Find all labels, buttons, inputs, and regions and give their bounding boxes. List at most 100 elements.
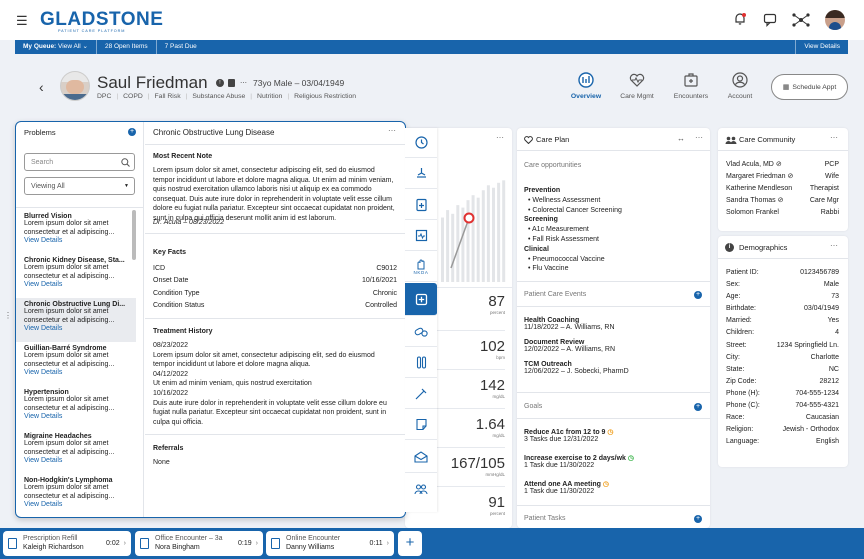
demographics-more-icon[interactable]: ⋯ (830, 241, 838, 250)
tab-overview[interactable]: Overview (566, 72, 606, 100)
care-event[interactable]: Health Coaching 11/18/2022 – A. Williams,… (524, 317, 704, 339)
group-icon[interactable] (405, 474, 437, 504)
tab-account[interactable]: Account (720, 72, 760, 100)
expand-icon[interactable]: ↔ (677, 134, 685, 143)
tab-encounters[interactable]: Encounters (671, 72, 711, 100)
community-member[interactable]: Katherine Mendleson Therapist (726, 183, 839, 195)
opportunity-item[interactable]: • Pneumococcal Vaccine (524, 255, 704, 265)
open-items-count[interactable]: 28 Open Items (95, 40, 156, 54)
vital-item[interactable]: 91 percent (435, 486, 505, 525)
allergies-nkda-icon[interactable]: NKDA (405, 252, 437, 282)
info-dots-icon[interactable]: ⋯ (240, 79, 247, 87)
add-encounter-button[interactable]: + (398, 531, 422, 556)
care-event[interactable]: TCM Outreach 12/06/2022 – J. Sobecki, Pha… (524, 361, 704, 383)
encounter-chip[interactable]: Prescription Refill Kaleigh Richardson 0:… (3, 531, 131, 556)
opportunity-item[interactable]: • Colorectal Cancer Screening (524, 206, 704, 216)
lungs-icon[interactable] (405, 159, 437, 189)
chat-icon[interactable] (763, 13, 777, 27)
problem-item-ckd[interactable]: Chronic Kidney Disease, Sta... Lorem ipsu… (16, 254, 136, 298)
tag[interactable]: Substance Abuse (192, 93, 245, 100)
view-details-link[interactable]: View Details (24, 325, 136, 332)
back-chevron-icon[interactable]: ‹ (39, 79, 44, 95)
demographic-row: Street: 1234 Springfield Ln. (726, 341, 839, 349)
vital-item[interactable]: 1.64 mg/dL (435, 408, 505, 447)
community-member[interactable]: Solomon Frankel Rabbi (726, 207, 839, 219)
problems-active-icon[interactable] (405, 283, 437, 316)
tag[interactable]: Fall Risk (155, 93, 181, 100)
lab-tubes-icon[interactable] (405, 348, 437, 378)
problem-filter-select[interactable]: Viewing All ▼ (24, 177, 135, 195)
vitals-highlight-point[interactable] (463, 212, 475, 224)
goal-item[interactable]: Attend one AA meeting ◷ 1 Task due 11/30/… (524, 480, 704, 506)
add-task-icon[interactable]: + (694, 515, 702, 523)
history-icon[interactable] (405, 128, 437, 158)
notes-icon[interactable] (405, 410, 437, 440)
add-problem-icon[interactable]: + (128, 128, 136, 136)
care-plan-more-icon[interactable]: ⋯ (695, 133, 703, 142)
queue-view-dropdown[interactable]: View All (58, 43, 81, 50)
recent-note-heading: Most Recent Note (153, 153, 213, 160)
network-icon[interactable] (792, 12, 810, 28)
document-icon[interactable] (228, 79, 235, 87)
problem-item-migraine[interactable]: Migraine Headaches Lorem ipsum dolor sit … (16, 430, 136, 474)
tab-label: Encounters (673, 93, 709, 100)
community-member[interactable]: Sandra Thomas ⊘ Care Mgr (726, 195, 839, 207)
care-event[interactable]: Document Review 12/02/2022 – A. Williams,… (524, 339, 704, 361)
opportunity-item[interactable]: • Wellness Assessment (524, 196, 704, 206)
view-details-link[interactable]: View Details (24, 457, 136, 464)
tab-care-mgmt[interactable]: Care Mgmt (617, 72, 657, 100)
vital-item[interactable]: 102 bpm (435, 330, 505, 369)
tag[interactable]: Religious Restriction (294, 93, 356, 100)
hamburger-menu-icon[interactable]: ☰ (16, 13, 28, 29)
problems-title: Problems (24, 128, 56, 137)
vitals-bar (466, 200, 470, 282)
problem-item-lymphoma[interactable]: Non-Hodgkin's Lymphoma Lorem ipsum dolor … (16, 474, 136, 517)
problem-item-hypertension[interactable]: Hypertension Lorem ipsum dolor sit amet c… (16, 386, 136, 430)
problem-item-copd-selected[interactable]: Chronic Obstructive Lung Di... Lorem ipsu… (16, 298, 136, 342)
goal-item[interactable]: Reduce A1c from 12 to 9 ◷ 3 Tasks due 12/… (524, 428, 704, 454)
drag-handle-icon[interactable]: ⋮ (4, 312, 12, 320)
alert-icon[interactable]: ! (216, 79, 224, 87)
tag[interactable]: COPD (123, 93, 143, 100)
opportunity-item[interactable]: • A1c Measurement (524, 225, 704, 235)
view-details-link[interactable]: View Details (24, 281, 136, 288)
view-details-link[interactable]: View Details (24, 237, 136, 244)
community-member[interactable]: Vlad Acula, MD ⊘ PCP (726, 159, 839, 171)
syringe-icon[interactable] (405, 379, 437, 409)
opportunity-item[interactable]: • Fall Risk Assessment (524, 235, 704, 245)
community-more-icon[interactable]: ⋯ (830, 133, 838, 142)
mail-icon[interactable] (405, 441, 437, 473)
opportunity-item[interactable]: • Flu Vaccine (524, 264, 704, 274)
vitals-more-icon[interactable]: ⋯ (496, 133, 504, 142)
past-due-count[interactable]: 7 Past Due (155, 40, 205, 54)
view-details-link[interactable]: View Details (24, 501, 136, 508)
community-member[interactable]: Margaret Friedman ⊘ Wife (726, 171, 839, 183)
encounter-chip[interactable]: Office Encounter – 3a Nora Bingham 0:19 › (135, 531, 263, 556)
problem-item-blurred-vision[interactable]: Blurred Vision Lorem ipsum dolor sit amet… (16, 210, 136, 254)
encounter-chip[interactable]: Online Encounter Danny Williams 0:11 › (266, 531, 394, 556)
problem-search-input[interactable]: Search (24, 153, 135, 171)
view-details-link[interactable]: View Details (24, 413, 136, 420)
detail-more-icon[interactable]: ⋯ (388, 126, 396, 135)
prescription-icon[interactable] (405, 190, 437, 220)
tag[interactable]: Nutrition (257, 93, 282, 100)
add-goal-icon[interactable]: + (694, 403, 702, 411)
add-event-icon[interactable]: + (694, 291, 702, 299)
vital-item[interactable]: 142 mg/dL (435, 369, 505, 408)
queue-label: My Queue: View All ⌄ (23, 43, 88, 50)
problem-name: Migraine Headaches (24, 433, 92, 440)
monitor-icon[interactable] (405, 221, 437, 251)
vital-item[interactable]: 87 percent (435, 293, 505, 330)
demographic-row: State: NC (726, 365, 839, 373)
goal-item[interactable]: Increase exercise to 2 days/wk ◷ 1 Task d… (524, 454, 704, 480)
demographic-row: Zip Code: 28212 (726, 377, 839, 385)
view-details-link[interactable]: View Details (24, 369, 136, 376)
pills-icon[interactable] (405, 317, 437, 347)
tag[interactable]: DPC (97, 93, 111, 100)
user-avatar[interactable] (825, 10, 845, 30)
schedule-appt-button[interactable]: ▦ Schedule Appt (771, 74, 848, 100)
vital-item[interactable]: 167/105 mmHg/dL (435, 447, 505, 486)
problem-item-guillain-barre[interactable]: Guillian-Barré Syndrome Lorem ipsum dolor… (16, 342, 136, 386)
notification-bell-icon[interactable] (733, 12, 747, 26)
view-details-link[interactable]: View Details (795, 40, 848, 54)
